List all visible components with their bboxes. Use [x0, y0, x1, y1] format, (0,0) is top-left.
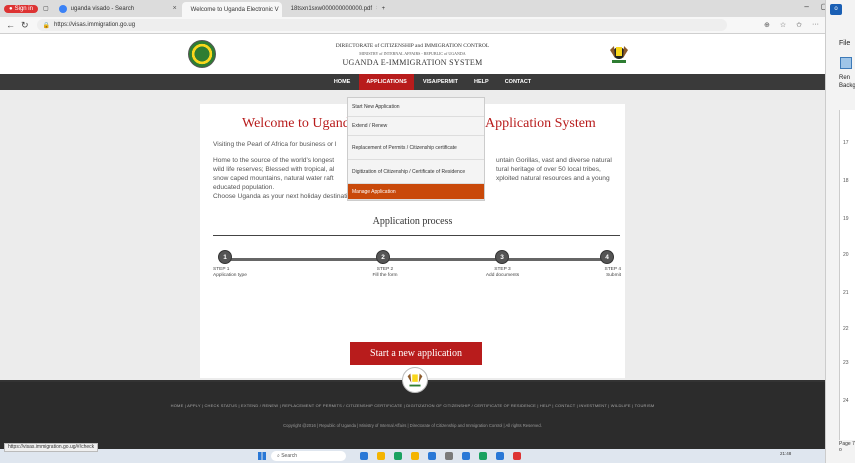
word-icon[interactable]	[428, 452, 436, 460]
step-1-marker: 1	[218, 250, 232, 264]
welcome-title-start: Welcome to Uganda	[242, 116, 356, 131]
more-icon[interactable]: ···	[812, 21, 819, 29]
excel-icon[interactable]	[479, 452, 487, 460]
tab-uganda[interactable]: Welcome to Uganda Electronic V ×	[181, 2, 282, 17]
menu-manage-application[interactable]: Manage Application	[348, 184, 484, 200]
nav-help[interactable]: HELP	[467, 74, 496, 90]
close-icon[interactable]: ×	[173, 5, 177, 12]
vertical-ruler: 17 18 19 20 21 22 23 24	[839, 110, 855, 440]
footer-links[interactable]: HOME | APPLY | CHECK STATUS | EXTEND / R…	[0, 403, 825, 408]
store-icon[interactable]	[445, 452, 453, 460]
nav-applications[interactable]: APPLICATIONS	[359, 74, 414, 90]
menu-extend-renew[interactable]: Extend / Renew	[348, 117, 484, 136]
folder-icon[interactable]	[411, 452, 419, 460]
mail-icon[interactable]	[462, 452, 470, 460]
minimize-icon[interactable]: –	[804, 2, 808, 11]
tab-actions-icon[interactable]: ▢	[38, 1, 54, 16]
gmail-icon[interactable]	[513, 452, 521, 460]
process-title: Application process	[372, 216, 453, 227]
link-status-bar: https://visas.immigration.go.ug/#/check	[4, 443, 99, 452]
edge-icon[interactable]	[394, 452, 402, 460]
url-field[interactable]: 🔒 https://visas.immigration.go.ug	[36, 19, 727, 31]
tab-pdf[interactable]: 18tsxn1sxw000000000000.pdf ×	[282, 1, 377, 16]
nav-visa-permit[interactable]: VISA/PERMIT	[416, 74, 465, 90]
menu-replacement-permits[interactable]: Replacement of Permits / Citizenship cer…	[348, 136, 484, 160]
outlook-icon[interactable]: o	[830, 4, 842, 15]
page-indicator: Page 7 o	[839, 441, 855, 453]
browser-tab-bar: ● Sign in ▢ uganda visado - Search × Wel…	[0, 0, 855, 17]
uganda-coat-of-arms-icon	[610, 46, 628, 63]
side-panel: o File Ren Backg 17 18 19 20 21 22 23 24…	[825, 0, 855, 463]
header-titles: DIRECTORATE of CITIZENSHIP and IMMIGRATI…	[335, 43, 490, 67]
step-2-marker: 2	[376, 250, 390, 264]
menu-start-new-application[interactable]: Start New Application	[348, 98, 484, 117]
file-menu[interactable]: File	[839, 40, 850, 47]
sign-in-button[interactable]: ● Sign in	[4, 4, 38, 13]
menu-digitization[interactable]: Digitization of Citizenship / Certificat…	[348, 160, 484, 184]
profile-icon: ●	[9, 5, 13, 12]
refresh-icon[interactable]: ↻	[21, 20, 29, 31]
step-3-label: STEP 3 Add documents	[485, 267, 520, 278]
taskbar-search[interactable]: ⌕ Search	[271, 451, 346, 461]
taskview-icon[interactable]	[360, 452, 368, 460]
star-icon[interactable]: ☆	[780, 21, 786, 29]
nav-home[interactable]: HOME	[327, 74, 358, 90]
step-2-label: STEP 2 Fill the form	[372, 267, 398, 278]
favorites-icon[interactable]: ✩	[796, 21, 802, 29]
zoom-icon[interactable]: ⊕	[764, 21, 770, 29]
web-page: DIRECTORATE of CITIZENSHIP and IMMIGRATI…	[0, 34, 825, 449]
footer-copyright: Copyright @2016 | Republic of Uganda | M…	[283, 423, 542, 428]
footer-coat-of-arms-icon	[402, 367, 428, 393]
steps-progress-bar	[220, 258, 608, 261]
back-icon[interactable]: ←	[6, 20, 15, 30]
remove-background-icon[interactable]	[840, 57, 852, 69]
applications-dropdown: Start New Application Extend / Renew Rep…	[347, 97, 485, 201]
process-divider	[213, 235, 620, 236]
file-explorer-icon[interactable]	[377, 452, 385, 460]
remove-background-label: Ren Backg	[839, 75, 855, 89]
step-1-label: STEP 1 Application type	[213, 267, 247, 278]
search-icon	[58, 4, 67, 13]
new-tab-button[interactable]: +	[377, 1, 391, 16]
address-bar: ← ↻ 🔒 https://visas.immigration.go.ug ⊕ …	[0, 17, 825, 34]
main-nav: HOME APPLICATIONS VISA/PERMIT HELP CONTA…	[0, 74, 825, 90]
step-4-label: STEP 4 Submit	[604, 267, 621, 278]
windows-start-icon[interactable]	[258, 452, 266, 460]
site-header: DIRECTORATE of CITIZENSHIP and IMMIGRATI…	[0, 34, 825, 74]
tab-search[interactable]: uganda visado - Search ×	[54, 1, 182, 16]
os-taskbar: ⌕ Search 21:48	[0, 449, 825, 463]
nav-contact[interactable]: CONTACT	[498, 74, 538, 90]
step-4-marker: 4	[600, 250, 614, 264]
start-new-application-button[interactable]: Start a new application	[350, 342, 482, 365]
lock-icon: 🔒	[42, 22, 51, 29]
welcome-title-end: Application System	[485, 116, 596, 131]
directorate-logo	[188, 40, 216, 68]
taskbar-apps	[360, 452, 521, 460]
step-3-marker: 3	[495, 250, 509, 264]
outlook-icon[interactable]	[496, 452, 504, 460]
toolbar-icons: ⊕ ☆ ✩ ···	[764, 21, 819, 29]
taskbar-clock: 21:48	[780, 451, 792, 456]
